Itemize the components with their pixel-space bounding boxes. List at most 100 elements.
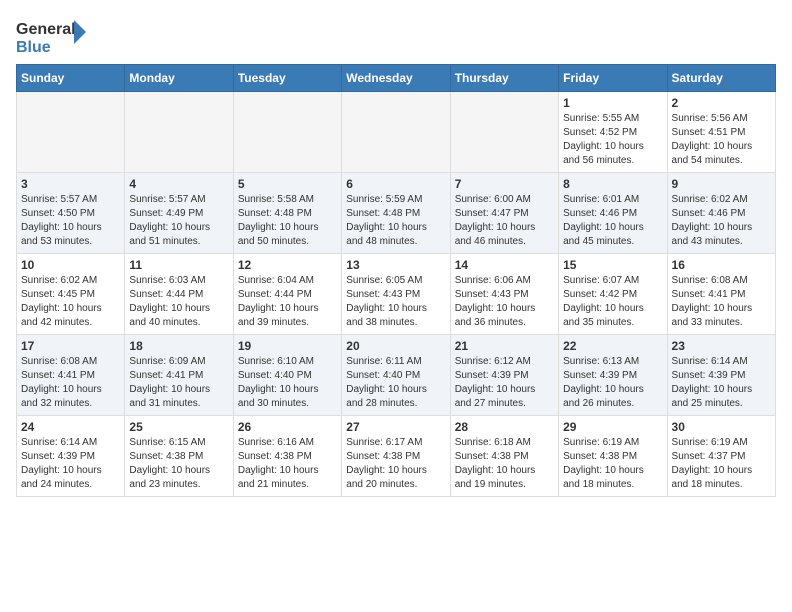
weekday-header: Thursday [450,65,558,92]
day-info: Sunrise: 6:17 AM Sunset: 4:38 PM Dayligh… [346,436,445,492]
day-info: Sunrise: 6:04 AM Sunset: 4:44 PM Dayligh… [238,274,337,330]
page-header: GeneralBlue [16,16,776,56]
calendar-day-cell: 18 Sunrise: 6:09 AM Sunset: 4:41 PM Dayli… [125,335,233,416]
day-number: 17 [21,339,120,353]
calendar-day-cell: 25 Sunrise: 6:15 AM Sunset: 4:38 PM Dayli… [125,416,233,497]
day-number: 24 [21,420,120,434]
day-info: Sunrise: 6:07 AM Sunset: 4:42 PM Dayligh… [563,274,662,330]
calendar-day-cell: 28 Sunrise: 6:18 AM Sunset: 4:38 PM Dayli… [450,416,558,497]
calendar-table: SundayMondayTuesdayWednesdayThursdayFrid… [16,64,776,497]
day-number: 6 [346,177,445,191]
day-info: Sunrise: 6:15 AM Sunset: 4:38 PM Dayligh… [129,436,228,492]
day-info: Sunrise: 6:10 AM Sunset: 4:40 PM Dayligh… [238,355,337,411]
day-number: 2 [672,96,771,110]
day-info: Sunrise: 6:09 AM Sunset: 4:41 PM Dayligh… [129,355,228,411]
day-info: Sunrise: 6:03 AM Sunset: 4:44 PM Dayligh… [129,274,228,330]
day-number: 28 [455,420,554,434]
day-number: 7 [455,177,554,191]
calendar-day-cell: 27Sunrise: 6:17 AM Sunset: 4:38 PM Dayli… [342,416,450,497]
logo-icon: GeneralBlue [16,16,96,56]
day-number: 5 [238,177,337,191]
weekday-header-row: SundayMondayTuesdayWednesdayThursdayFrid… [17,65,776,92]
calendar-day-cell [125,92,233,173]
svg-text:General: General [16,21,76,38]
calendar-day-cell: 19 Sunrise: 6:10 AM Sunset: 4:40 PM Dayli… [233,335,341,416]
calendar-week-row: 10 Sunrise: 6:02 AM Sunset: 4:45 PM Dayli… [17,254,776,335]
calendar-day-cell [342,92,450,173]
day-info: Sunrise: 6:06 AM Sunset: 4:43 PM Dayligh… [455,274,554,330]
day-info: Sunrise: 6:01 AM Sunset: 4:46 PM Dayligh… [563,193,662,249]
day-number: 19 [238,339,337,353]
day-info: Sunrise: 5:55 AM Sunset: 4:52 PM Dayligh… [563,112,662,168]
logo: GeneralBlue [16,16,96,56]
calendar-day-cell: 11 Sunrise: 6:03 AM Sunset: 4:44 PM Dayli… [125,254,233,335]
weekday-header: Monday [125,65,233,92]
day-number: 11 [129,258,228,272]
day-info: Sunrise: 6:18 AM Sunset: 4:38 PM Dayligh… [455,436,554,492]
day-number: 23 [672,339,771,353]
day-number: 9 [672,177,771,191]
day-info: Sunrise: 6:12 AM Sunset: 4:39 PM Dayligh… [455,355,554,411]
calendar-week-row: 24 Sunrise: 6:14 AM Sunset: 4:39 PM Dayli… [17,416,776,497]
day-number: 12 [238,258,337,272]
calendar-day-cell: 14 Sunrise: 6:06 AM Sunset: 4:43 PM Dayli… [450,254,558,335]
day-number: 1 [563,96,662,110]
day-number: 18 [129,339,228,353]
calendar-day-cell: 3 Sunrise: 5:57 AM Sunset: 4:50 PM Daylig… [17,173,125,254]
day-info: Sunrise: 6:02 AM Sunset: 4:45 PM Dayligh… [21,274,120,330]
svg-text:Blue: Blue [16,39,51,56]
day-info: Sunrise: 6:02 AM Sunset: 4:46 PM Dayligh… [672,193,771,249]
calendar-week-row: 3 Sunrise: 5:57 AM Sunset: 4:50 PM Daylig… [17,173,776,254]
calendar-day-cell: 22 Sunrise: 6:13 AM Sunset: 4:39 PM Dayli… [559,335,667,416]
calendar-day-cell: 10 Sunrise: 6:02 AM Sunset: 4:45 PM Dayli… [17,254,125,335]
day-number: 8 [563,177,662,191]
calendar-day-cell [450,92,558,173]
day-info: Sunrise: 6:19 AM Sunset: 4:38 PM Dayligh… [563,436,662,492]
day-number: 4 [129,177,228,191]
day-number: 16 [672,258,771,272]
day-number: 10 [21,258,120,272]
calendar-day-cell: 15Sunrise: 6:07 AM Sunset: 4:42 PM Dayli… [559,254,667,335]
calendar-day-cell [233,92,341,173]
day-number: 29 [563,420,662,434]
day-info: Sunrise: 6:11 AM Sunset: 4:40 PM Dayligh… [346,355,445,411]
day-number: 22 [563,339,662,353]
day-info: Sunrise: 5:56 AM Sunset: 4:51 PM Dayligh… [672,112,771,168]
calendar-day-cell: 6 Sunrise: 5:59 AM Sunset: 4:48 PM Daylig… [342,173,450,254]
calendar-day-cell: 13 Sunrise: 6:05 AM Sunset: 4:43 PM Dayli… [342,254,450,335]
calendar-day-cell: 17Sunrise: 6:08 AM Sunset: 4:41 PM Dayli… [17,335,125,416]
day-info: Sunrise: 6:14 AM Sunset: 4:39 PM Dayligh… [21,436,120,492]
weekday-header: Sunday [17,65,125,92]
calendar-day-cell: 7 Sunrise: 6:00 AM Sunset: 4:47 PM Daylig… [450,173,558,254]
day-info: Sunrise: 6:05 AM Sunset: 4:43 PM Dayligh… [346,274,445,330]
day-info: Sunrise: 5:57 AM Sunset: 4:50 PM Dayligh… [21,193,120,249]
calendar-day-cell: 21Sunrise: 6:12 AM Sunset: 4:39 PM Dayli… [450,335,558,416]
calendar-day-cell: 23 Sunrise: 6:14 AM Sunset: 4:39 PM Dayli… [667,335,775,416]
calendar-day-cell: 30Sunrise: 6:19 AM Sunset: 4:37 PM Dayli… [667,416,775,497]
calendar-day-cell: 24 Sunrise: 6:14 AM Sunset: 4:39 PM Dayli… [17,416,125,497]
weekday-header: Wednesday [342,65,450,92]
day-info: Sunrise: 6:16 AM Sunset: 4:38 PM Dayligh… [238,436,337,492]
calendar-day-cell: 1 Sunrise: 5:55 AM Sunset: 4:52 PM Daylig… [559,92,667,173]
day-info: Sunrise: 5:57 AM Sunset: 4:49 PM Dayligh… [129,193,228,249]
day-info: Sunrise: 6:13 AM Sunset: 4:39 PM Dayligh… [563,355,662,411]
day-number: 13 [346,258,445,272]
day-number: 20 [346,339,445,353]
weekday-header: Tuesday [233,65,341,92]
day-info: Sunrise: 6:14 AM Sunset: 4:39 PM Dayligh… [672,355,771,411]
calendar-day-cell: 12 Sunrise: 6:04 AM Sunset: 4:44 PM Dayli… [233,254,341,335]
day-info: Sunrise: 6:00 AM Sunset: 4:47 PM Dayligh… [455,193,554,249]
day-number: 25 [129,420,228,434]
calendar-day-cell: 2 Sunrise: 5:56 AM Sunset: 4:51 PM Daylig… [667,92,775,173]
calendar-week-row: 17Sunrise: 6:08 AM Sunset: 4:41 PM Dayli… [17,335,776,416]
weekday-header: Saturday [667,65,775,92]
day-number: 14 [455,258,554,272]
day-info: Sunrise: 6:08 AM Sunset: 4:41 PM Dayligh… [672,274,771,330]
calendar-day-cell: 20 Sunrise: 6:11 AM Sunset: 4:40 PM Dayli… [342,335,450,416]
day-info: Sunrise: 5:58 AM Sunset: 4:48 PM Dayligh… [238,193,337,249]
day-number: 3 [21,177,120,191]
calendar-day-cell: 16 Sunrise: 6:08 AM Sunset: 4:41 PM Dayli… [667,254,775,335]
day-number: 30 [672,420,771,434]
calendar-day-cell: 9 Sunrise: 6:02 AM Sunset: 4:46 PM Daylig… [667,173,775,254]
day-info: Sunrise: 5:59 AM Sunset: 4:48 PM Dayligh… [346,193,445,249]
